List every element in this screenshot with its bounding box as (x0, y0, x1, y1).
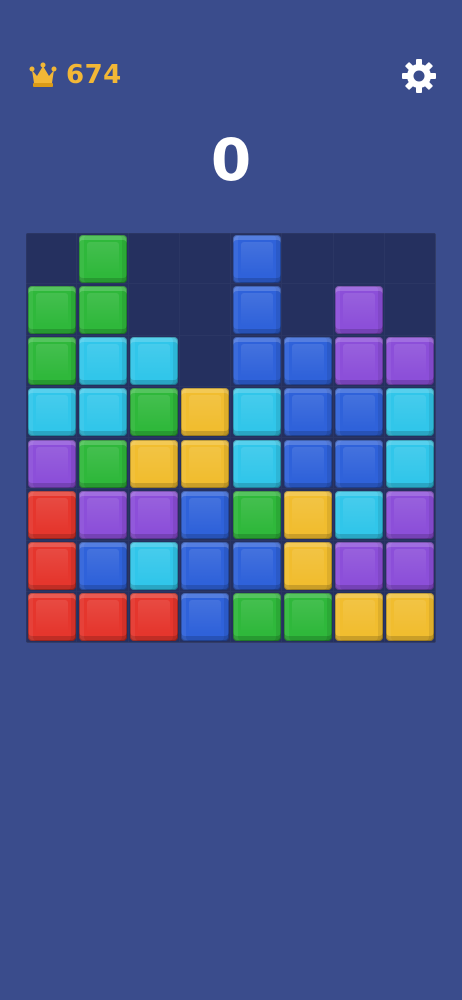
purple-block[interactable] (386, 490, 435, 539)
red-block[interactable] (27, 542, 76, 591)
cyan-block[interactable] (386, 388, 435, 437)
yellow-block[interactable] (283, 490, 332, 539)
settings-button[interactable] (400, 57, 438, 95)
purple-block[interactable] (335, 542, 384, 591)
blue-block[interactable] (232, 285, 281, 334)
blue-block[interactable] (78, 542, 127, 591)
best-score-value: 674 (66, 60, 122, 90)
blue-block[interactable] (232, 542, 281, 591)
blue-block[interactable] (232, 234, 281, 283)
yellow-block[interactable] (386, 593, 435, 642)
cyan-block[interactable] (335, 490, 384, 539)
green-block[interactable] (27, 285, 76, 334)
blue-block[interactable] (181, 593, 230, 642)
purple-block[interactable] (78, 490, 127, 539)
blue-block[interactable] (181, 490, 230, 539)
green-block[interactable] (130, 388, 179, 437)
yellow-block[interactable] (181, 439, 230, 488)
board-cell[interactable] (282, 284, 333, 335)
purple-block[interactable] (386, 337, 435, 386)
blue-block[interactable] (283, 439, 332, 488)
yellow-block[interactable] (130, 439, 179, 488)
board-cell[interactable] (26, 233, 77, 284)
crown-icon (29, 62, 57, 87)
purple-block[interactable] (27, 439, 76, 488)
cyan-block[interactable] (386, 439, 435, 488)
cyan-block[interactable] (78, 388, 127, 437)
gear-icon (402, 59, 436, 93)
purple-block[interactable] (335, 285, 384, 334)
cyan-block[interactable] (130, 542, 179, 591)
cyan-block[interactable] (232, 439, 281, 488)
blue-block[interactable] (283, 388, 332, 437)
green-block[interactable] (283, 593, 332, 642)
purple-block[interactable] (335, 337, 384, 386)
board-cell[interactable] (385, 284, 436, 335)
board-cell[interactable] (129, 284, 180, 335)
red-block[interactable] (27, 490, 76, 539)
green-block[interactable] (78, 234, 127, 283)
yellow-block[interactable] (181, 388, 230, 437)
blue-block[interactable] (335, 388, 384, 437)
cyan-block[interactable] (27, 388, 76, 437)
green-block[interactable] (78, 285, 127, 334)
yellow-block[interactable] (283, 542, 332, 591)
blue-block[interactable] (232, 337, 281, 386)
cyan-block[interactable] (232, 388, 281, 437)
red-block[interactable] (78, 593, 127, 642)
red-block[interactable] (130, 593, 179, 642)
green-block[interactable] (232, 593, 281, 642)
yellow-block[interactable] (335, 593, 384, 642)
board-cell[interactable] (180, 233, 231, 284)
blue-block[interactable] (335, 439, 384, 488)
current-score: 0 (210, 126, 252, 194)
board-cell[interactable] (180, 284, 231, 335)
cyan-block[interactable] (78, 337, 127, 386)
green-block[interactable] (78, 439, 127, 488)
game-board[interactable] (26, 233, 436, 643)
purple-block[interactable] (130, 490, 179, 539)
top-bar: 674 0 (0, 0, 462, 194)
board-cell[interactable] (385, 233, 436, 284)
cyan-block[interactable] (130, 337, 179, 386)
blue-block[interactable] (283, 337, 332, 386)
green-block[interactable] (232, 490, 281, 539)
board-cell[interactable] (282, 233, 333, 284)
red-block[interactable] (27, 593, 76, 642)
green-block[interactable] (27, 337, 76, 386)
best-score-display: 674 (28, 56, 122, 94)
blue-block[interactable] (181, 542, 230, 591)
board-cell[interactable] (334, 233, 385, 284)
board-cell[interactable] (129, 233, 180, 284)
purple-block[interactable] (386, 542, 435, 591)
board-cell[interactable] (180, 336, 231, 387)
